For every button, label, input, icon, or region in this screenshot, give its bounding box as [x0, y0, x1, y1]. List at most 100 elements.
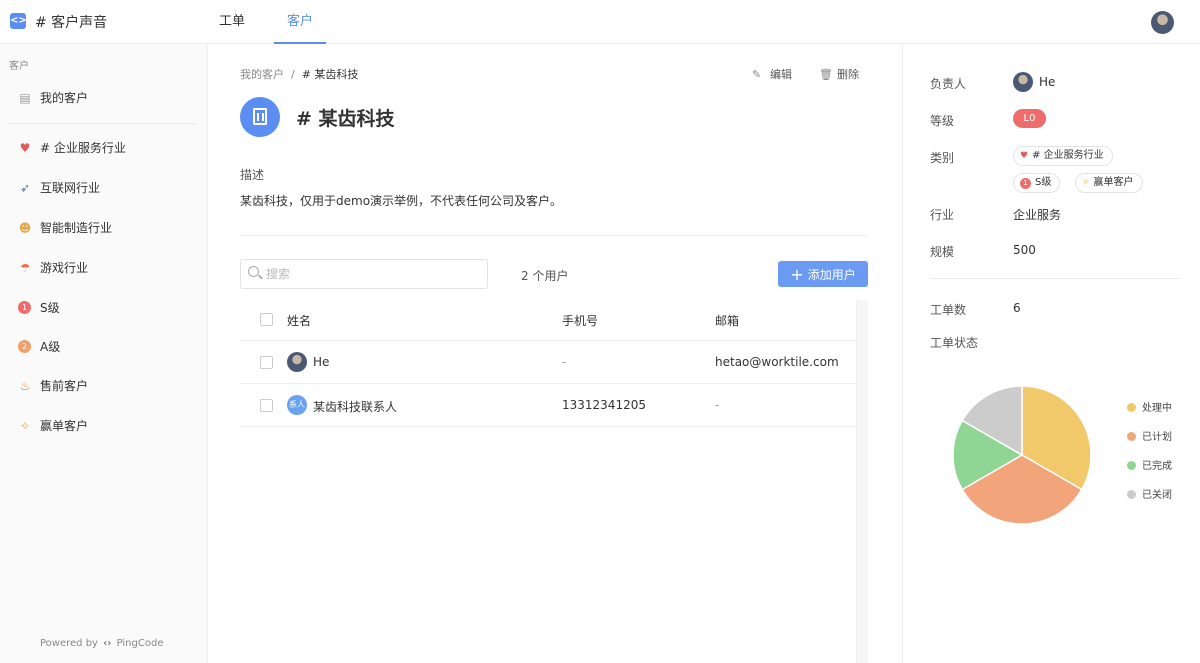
app-title: # 客户声音 [35, 15, 108, 31]
tab-customers[interactable]: 客户 [274, 0, 326, 44]
category-tag[interactable]: ✧ 赢单客户 [1075, 173, 1143, 193]
column-header-email[interactable]: 邮箱 [715, 312, 739, 329]
sidebar-item-manufacturing[interactable]: ☻ 智能制造行业 [0, 213, 207, 243]
sidebar-item-label: 赢单客户 [40, 419, 89, 433]
legend-item[interactable]: 已计划 [1127, 428, 1172, 443]
divider [930, 278, 1181, 279]
divider [240, 235, 868, 236]
sidebar-item-label: # 企业服务行业 [40, 141, 126, 155]
sidebar-item-label: 智能制造行业 [40, 221, 113, 235]
level-tag[interactable]: L0 [1013, 109, 1046, 128]
ticket-count-label: 工单数 [930, 303, 967, 317]
plus-icon: + [790, 265, 804, 284]
pencil-icon: ✎ [752, 68, 762, 81]
category-tag[interactable]: 1 S级 [1013, 173, 1061, 193]
scale-label: 规模 [930, 245, 955, 259]
user-phone: - [562, 355, 567, 369]
description-text[interactable]: 某齿科技，仅用于demo演示举例，不代表任何公司及客户。 [240, 192, 562, 209]
sidebar-item-label: A级 [40, 340, 61, 354]
sidebar-item-label: 我的客户 [40, 91, 89, 105]
top-bar: <> # 客户声音 工单 客户 [0, 0, 1200, 44]
app-logo-icon[interactable]: <> [10, 13, 27, 29]
fire-icon: ♨ [19, 379, 31, 393]
sidebar-item-gaming[interactable]: ☂ 游戏行业 [0, 253, 207, 283]
add-user-button[interactable]: + 添加用户 [778, 261, 868, 287]
heart-icon: ♥ [1020, 151, 1029, 161]
row-checkbox[interactable] [260, 356, 273, 369]
industry-label: 行业 [930, 208, 955, 222]
column-header-name[interactable]: 姓名 [287, 312, 311, 329]
legend-label: 已计划 [1142, 432, 1172, 443]
select-all-checkbox[interactable] [260, 313, 273, 326]
level-label: 等级 [930, 114, 955, 128]
pingcode-logo-icon: ‹› [103, 638, 112, 649]
table-row[interactable]: 系人 某齿科技联系人 13312341205 - [240, 384, 856, 427]
worker-icon: ☻ [18, 221, 32, 235]
sidebar-item-label: 售前客户 [40, 379, 89, 393]
sidebar-item-label: 游戏行业 [40, 261, 89, 275]
legend-item[interactable]: 已关闭 [1127, 486, 1172, 501]
delete-button[interactable]: 🗑 删除 [819, 66, 859, 82]
legend-label: 已完成 [1142, 461, 1172, 472]
table-header-row: 姓名 手机号 邮箱 [240, 298, 856, 341]
sidebar-divider [8, 123, 196, 124]
category-label: 类别 [930, 151, 955, 165]
legend-label: 处理中 [1142, 403, 1172, 414]
legend-dot-icon [1127, 432, 1136, 441]
avatar: 系人 [287, 395, 307, 415]
company-building-icon [240, 97, 280, 137]
ticket-status-label: 工单状态 [930, 336, 979, 350]
scale-value[interactable]: 500 [1013, 243, 1036, 257]
sidebar-item-label: S级 [40, 301, 60, 315]
sidebar-item-won[interactable]: ✧ 赢单客户 [0, 411, 207, 441]
ticket-count-value: 6 [1013, 301, 1021, 315]
building-icon: ▤ [19, 91, 31, 105]
search-icon [248, 266, 259, 277]
sidebar-section-label: 客户 [9, 61, 29, 72]
sidebar-item-label: 互联网行业 [40, 181, 101, 195]
island-icon: ☂ [19, 261, 31, 275]
tab-tickets[interactable]: 工单 [210, 0, 254, 44]
legend-item[interactable]: 已完成 [1127, 457, 1172, 472]
heart-icon: ♥ [19, 141, 31, 155]
sidebar-item-s-level[interactable]: 1 S级 [0, 293, 207, 323]
table-row[interactable]: He - hetao@worktile.com [240, 341, 856, 384]
powered-by: Powered by ‹› PingCode [40, 638, 164, 649]
edit-button[interactable]: ✎ 编辑 [752, 66, 792, 82]
search-box[interactable] [240, 259, 488, 289]
legend-dot-icon [1127, 403, 1136, 412]
user-count: 2 个用户 [521, 269, 569, 283]
number-2-icon: 2 [18, 340, 32, 354]
sidebar-item-internet[interactable]: ➶ 互联网行业 [0, 173, 207, 203]
sidebar-item-a-level[interactable]: 2 A级 [0, 332, 207, 362]
description-label: 描述 [240, 168, 265, 182]
user-email: - [715, 398, 720, 412]
avatar [287, 352, 307, 372]
sidebar-item-my-customers[interactable]: ▤ 我的客户 [0, 83, 207, 113]
user-name[interactable]: 某齿科技联系人 [313, 398, 397, 415]
user-name[interactable]: He [313, 355, 329, 369]
page-title: # 某齿科技 [296, 108, 395, 130]
details-panel: 负责人 He 等级 L0 类别 ♥ # 企业服务行业 1 S级 ✧ 赢单客户 行业 企… [902, 44, 1200, 663]
party-popper-icon: ✧ [19, 419, 31, 433]
row-checkbox[interactable] [260, 399, 273, 412]
search-input[interactable] [266, 265, 481, 283]
column-header-phone[interactable]: 手机号 [562, 312, 598, 329]
trash-icon: 🗑 [819, 68, 833, 81]
legend-item[interactable]: 处理中 [1127, 399, 1172, 414]
sidebar: 客户 ▤ 我的客户 ♥ # 企业服务行业 ➶ 互联网行业 ☻ 智能制造行业 ☂ … [0, 44, 208, 663]
user-email: hetao@worktile.com [715, 355, 839, 369]
industry-value[interactable]: 企业服务 [1013, 206, 1061, 223]
user-avatar[interactable] [1151, 11, 1174, 34]
table-scrollbar[interactable] [856, 300, 868, 663]
breadcrumb: 我的客户 / # 某齿科技 [240, 68, 359, 81]
number-1-icon: 1 [18, 301, 32, 315]
breadcrumb-parent[interactable]: 我的客户 [240, 68, 284, 81]
breadcrumb-current: # 某齿科技 [301, 68, 359, 81]
avatar [1013, 72, 1033, 92]
category-tag[interactable]: ♥ # 企业服务行业 [1013, 146, 1113, 166]
owner-value[interactable]: He [1039, 75, 1055, 89]
sidebar-item-presales[interactable]: ♨ 售前客户 [0, 371, 207, 401]
sidebar-item-enterprise[interactable]: ♥ # 企业服务行业 [0, 133, 207, 163]
user-phone: 13312341205 [562, 398, 646, 412]
